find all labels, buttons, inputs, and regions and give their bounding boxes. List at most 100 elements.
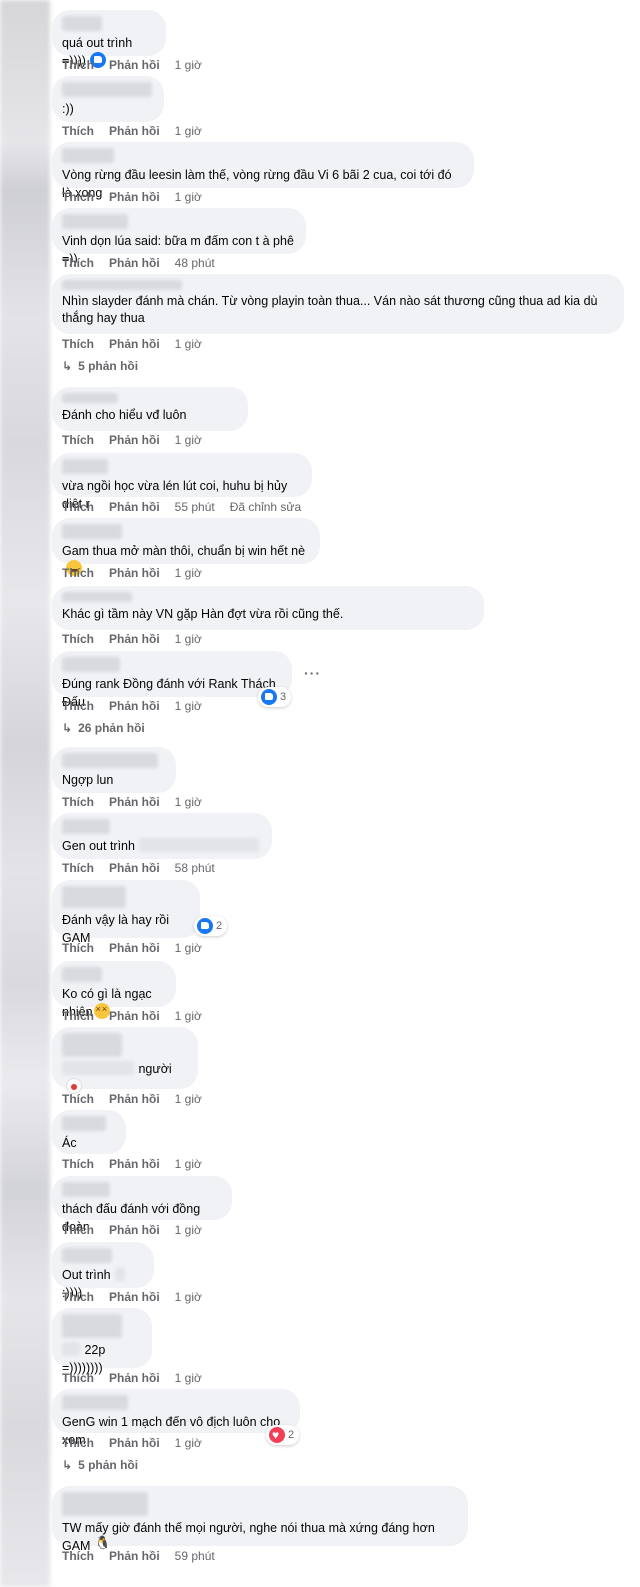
comment-time[interactable]: 55 phút bbox=[175, 500, 215, 514]
reply-button[interactable]: Phản hồi bbox=[109, 1092, 160, 1106]
blurred-author-name[interactable] bbox=[62, 82, 152, 97]
comment-time[interactable]: 1 giờ bbox=[175, 190, 202, 204]
comment-time[interactable]: 1 giờ bbox=[175, 433, 202, 447]
blurred-text bbox=[139, 838, 260, 852]
like-button[interactable]: Thích bbox=[62, 861, 94, 875]
like-button[interactable]: Thích bbox=[62, 433, 94, 447]
reply-button[interactable]: Phản hồi bbox=[109, 1436, 160, 1450]
reply-button[interactable]: Phản hồi bbox=[109, 1223, 160, 1237]
reaction-summary[interactable]: 2 bbox=[266, 1425, 300, 1445]
like-button[interactable]: Thích bbox=[62, 941, 94, 955]
reply-button[interactable]: Phản hồi bbox=[109, 1549, 160, 1563]
like-button[interactable]: Thích bbox=[62, 337, 94, 351]
reply-button[interactable]: Phản hồi bbox=[109, 124, 160, 138]
blurred-author-name[interactable] bbox=[62, 16, 102, 31]
blurred-author-name[interactable] bbox=[62, 524, 122, 539]
like-button[interactable]: Thích bbox=[62, 632, 94, 646]
like-button[interactable]: Thích bbox=[62, 1290, 94, 1304]
more-options-icon[interactable]: ··· bbox=[304, 665, 321, 681]
like-button[interactable]: Thích bbox=[62, 1092, 94, 1106]
replies-count[interactable]: 26 phản hồi bbox=[78, 721, 145, 735]
like-button[interactable]: Thích bbox=[62, 1549, 94, 1563]
like-button[interactable]: Thích bbox=[62, 699, 94, 713]
reaction-summary[interactable]: 2 bbox=[194, 916, 228, 936]
replies-count[interactable]: 5 phản hồi bbox=[78, 1458, 138, 1472]
blurred-author-name[interactable] bbox=[62, 1182, 110, 1197]
comment-time[interactable]: 1 giờ bbox=[175, 1092, 202, 1106]
comment-time[interactable]: 58 phút bbox=[175, 861, 215, 875]
like-button[interactable]: Thích bbox=[62, 1436, 94, 1450]
reply-button[interactable]: Phản hồi bbox=[109, 1371, 160, 1385]
comment-time[interactable]: 1 giờ bbox=[175, 337, 202, 351]
blurred-author-name[interactable] bbox=[62, 657, 120, 672]
blurred-author-name[interactable] bbox=[62, 214, 128, 229]
reply-button[interactable]: Phản hồi bbox=[109, 1157, 160, 1171]
comment-time[interactable]: 1 giờ bbox=[175, 1009, 202, 1023]
blurred-author-name[interactable] bbox=[62, 1248, 112, 1263]
comment-time[interactable]: 1 giờ bbox=[175, 566, 202, 580]
blurred-author-name[interactable] bbox=[62, 819, 110, 834]
comment-time[interactable]: 1 giờ bbox=[175, 941, 202, 955]
blurred-author-name[interactable] bbox=[62, 393, 118, 403]
comment-time[interactable]: 1 giờ bbox=[175, 1436, 202, 1450]
like-button[interactable]: Thích bbox=[62, 1157, 94, 1171]
view-replies-link[interactable]: ↳ 5 phản hồi bbox=[62, 1458, 138, 1472]
like-button[interactable]: Thích bbox=[62, 566, 94, 580]
like-button[interactable]: Thích bbox=[62, 1371, 94, 1385]
reply-button[interactable]: Phản hồi bbox=[109, 861, 160, 875]
like-button[interactable]: Thích bbox=[62, 1223, 94, 1237]
like-button[interactable]: Thích bbox=[62, 124, 94, 138]
comment-time[interactable]: 1 giờ bbox=[175, 632, 202, 646]
blurred-author-name[interactable] bbox=[62, 886, 126, 908]
reply-button[interactable]: Phản hồi bbox=[109, 58, 160, 72]
like-button[interactable]: Thích bbox=[62, 795, 94, 809]
comment-time[interactable]: 1 giờ bbox=[175, 699, 202, 713]
like-button[interactable]: Thích bbox=[62, 58, 94, 72]
view-replies-link[interactable]: ↳ 5 phản hồi bbox=[62, 359, 138, 373]
blurred-author-name[interactable] bbox=[62, 1033, 122, 1057]
comment-time[interactable]: 1 giờ bbox=[175, 1290, 202, 1304]
blurred-author-name[interactable] bbox=[62, 1492, 148, 1516]
blurred-author-name[interactable] bbox=[62, 459, 108, 474]
comment-time[interactable]: 1 giờ bbox=[175, 58, 202, 72]
blurred-author-name[interactable] bbox=[62, 280, 182, 290]
reply-button[interactable]: Phản hồi bbox=[109, 632, 160, 646]
reply-button[interactable]: Phản hồi bbox=[109, 256, 160, 270]
reply-button[interactable]: Phản hồi bbox=[109, 500, 160, 514]
blurred-author-name[interactable] bbox=[62, 592, 132, 602]
comment-actions: Thích Phản hồi 1 giờ bbox=[62, 1092, 202, 1106]
reply-button[interactable]: Phản hồi bbox=[109, 941, 160, 955]
comment: Ác Thích Phản hồi 1 giờ bbox=[52, 1110, 202, 1171]
reply-button[interactable]: Phản hồi bbox=[109, 433, 160, 447]
comment: Gam thua mở màn thôi, chuẩn bị win hết n… bbox=[52, 518, 320, 580]
reply-button[interactable]: Phản hồi bbox=[109, 795, 160, 809]
reply-button[interactable]: Phản hồi bbox=[109, 699, 160, 713]
blurred-author-name[interactable] bbox=[62, 148, 114, 163]
blurred-author-name[interactable] bbox=[62, 1395, 128, 1410]
reaction-summary[interactable]: 3 bbox=[258, 687, 292, 707]
like-button[interactable]: Thích bbox=[62, 256, 94, 270]
replies-count[interactable]: 5 phản hồi bbox=[78, 359, 138, 373]
reply-button[interactable]: Phản hồi bbox=[109, 1009, 160, 1023]
comment-time[interactable]: 1 giờ bbox=[175, 124, 202, 138]
comment-bubble: Vinh dọn lúa said: bữa m đấm con t à phê… bbox=[52, 208, 306, 266]
reply-button[interactable]: Phản hồi bbox=[109, 337, 160, 351]
comment-time[interactable]: 1 giờ bbox=[175, 1157, 202, 1171]
comment-time[interactable]: 1 giờ bbox=[175, 1223, 202, 1237]
blurred-author-name[interactable] bbox=[62, 1314, 122, 1338]
like-button[interactable]: Thích bbox=[62, 1009, 94, 1023]
reply-button[interactable]: Phản hồi bbox=[109, 566, 160, 580]
comment-time[interactable]: 59 phút bbox=[175, 1549, 215, 1563]
blurred-author-name[interactable] bbox=[62, 753, 158, 768]
comment-actions: Thích Phản hồi 1 giờ bbox=[62, 1009, 202, 1023]
comment-time[interactable]: 48 phút bbox=[175, 256, 215, 270]
reply-button[interactable]: Phản hồi bbox=[109, 190, 160, 204]
reply-button[interactable]: Phản hồi bbox=[109, 1290, 160, 1304]
like-button[interactable]: Thích bbox=[62, 190, 94, 204]
view-replies-link[interactable]: ↳ 26 phản hồi bbox=[62, 721, 145, 735]
like-button[interactable]: Thích bbox=[62, 500, 94, 514]
blurred-author-name[interactable] bbox=[62, 1116, 106, 1131]
comment-time[interactable]: 1 giờ bbox=[175, 795, 202, 809]
blurred-author-name[interactable] bbox=[62, 967, 102, 982]
comment-time[interactable]: 1 giờ bbox=[175, 1371, 202, 1385]
